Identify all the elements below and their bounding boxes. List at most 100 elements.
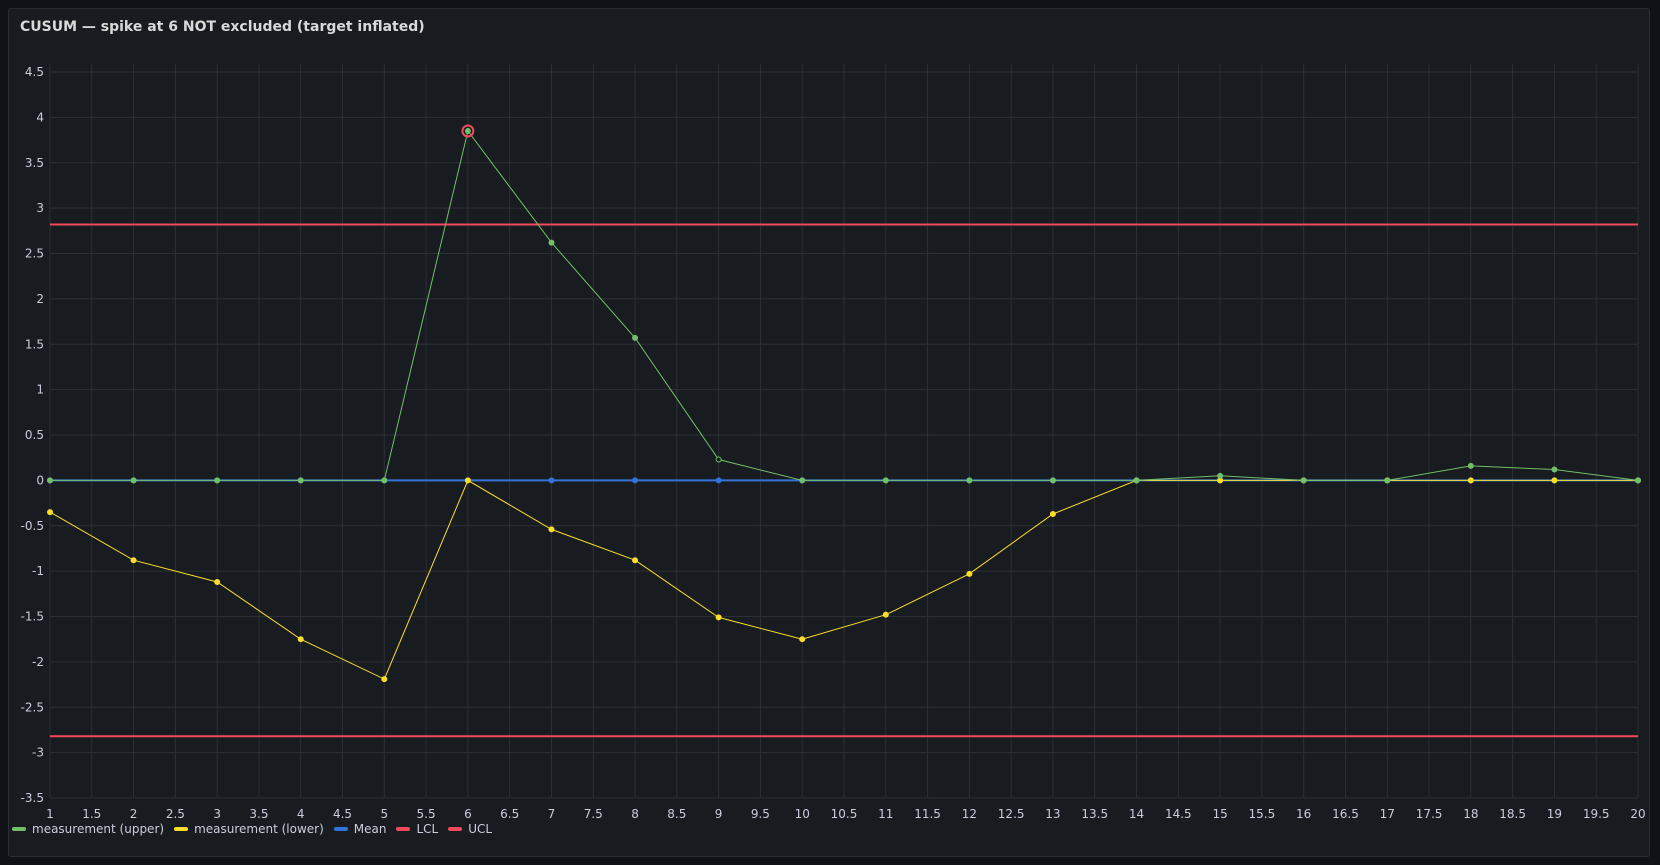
data-point-measurement-upper	[1217, 472, 1224, 479]
x-tick-label: 9.5	[751, 807, 770, 821]
x-tick-label: 13.5	[1081, 807, 1108, 821]
x-tick-label: 4	[297, 807, 305, 821]
x-tick-label: 2	[130, 807, 138, 821]
x-tick-label: 6	[464, 807, 472, 821]
x-tick-label: 1	[46, 807, 54, 821]
x-tick-label: 18	[1463, 807, 1478, 821]
x-tick-label: 2.5	[166, 807, 185, 821]
y-tick-label: 2.5	[25, 247, 44, 261]
x-tick-label: 8.5	[667, 807, 686, 821]
data-point-mean	[715, 477, 722, 484]
y-tick-label: 1.5	[25, 337, 44, 351]
data-point-measurement-lower	[966, 570, 973, 577]
x-tick-label: 17.5	[1416, 807, 1443, 821]
cusum-chart: 1 1.5 2 2.5 3 3.5 4 4.5 5 5.5 6 6.5 7 7.5 8 8.5 9 9.5 10 10…	[21, 64, 1646, 821]
y-tick-label: -3	[32, 746, 44, 760]
legend-item-ucl[interactable]: UCL	[448, 822, 492, 836]
y-tick-label: 4	[36, 110, 44, 124]
x-tick-label: 10	[795, 807, 810, 821]
legend-label-ucl: UCL	[468, 822, 493, 836]
data-point-measurement-upper	[882, 477, 889, 484]
data-point-mean	[632, 477, 639, 484]
x-tick-label: 7.5	[584, 807, 603, 821]
y-tick-label: 3.5	[25, 156, 44, 170]
x-tick-label: 13	[1045, 807, 1060, 821]
y-tick-label: -1	[32, 564, 44, 578]
data-point-measurement-upper	[966, 477, 973, 484]
x-tick-label: 3.5	[249, 807, 268, 821]
data-point-measurement-upper	[130, 477, 137, 484]
data-point-measurement-lower	[381, 676, 388, 683]
legend-swatch-ucl	[448, 827, 463, 831]
data-point-measurement-upper	[464, 127, 471, 134]
x-tick-label: 3	[213, 807, 221, 821]
x-tick-label: 15	[1212, 807, 1227, 821]
x-tick-label: 19	[1547, 807, 1562, 821]
y-tick-label: 2	[36, 292, 44, 306]
y-tick-label: -3.5	[21, 791, 44, 805]
y-tick-label: 4.5	[25, 65, 44, 79]
legend-item-upper[interactable]: measurement (upper)	[12, 822, 164, 836]
y-tick-label: 0.5	[25, 428, 44, 442]
legend-item-lcl[interactable]: LCL	[396, 822, 438, 836]
data-point-measurement-lower	[1049, 510, 1056, 517]
y-tick-label: 3	[36, 201, 44, 215]
legend-swatch-lower	[174, 827, 189, 831]
data-point-measurement-upper	[1635, 477, 1641, 484]
data-point-measurement-lower	[1467, 477, 1474, 484]
x-tick-label: 11	[878, 807, 893, 821]
data-point-measurement-lower	[214, 579, 221, 586]
data-point-measurement-upper	[1467, 462, 1474, 469]
x-tick-label: 19.5	[1583, 807, 1610, 821]
data-point-measurement-lower	[882, 611, 889, 618]
legend-label-upper: measurement (upper)	[32, 822, 165, 836]
legend-label-lower: measurement (lower)	[194, 822, 324, 836]
legend-item-lower[interactable]: measurement (lower)	[174, 822, 324, 836]
data-point-measurement-upper	[381, 477, 388, 484]
legend-item-mean[interactable]: Mean	[333, 822, 387, 836]
data-point-measurement-lower	[297, 636, 304, 643]
x-tick-label: 9	[715, 807, 723, 821]
y-tick-label: 1	[36, 383, 44, 397]
y-tick-label: -0.5	[21, 519, 44, 533]
data-point-measurement-lower	[799, 636, 806, 643]
x-tick-label: 5	[380, 807, 388, 821]
y-tick-label: 0	[36, 473, 44, 487]
data-point-measurement-lower	[130, 557, 137, 564]
x-tick-label: 12.5	[998, 807, 1025, 821]
x-tick-label: 16.5	[1332, 807, 1359, 821]
y-tick-label: -2.5	[21, 700, 44, 714]
data-point-measurement-lower	[548, 526, 555, 533]
x-tick-label: 11.5	[914, 807, 941, 821]
data-point-measurement-upper	[715, 456, 722, 463]
data-point-measurement-lower	[47, 509, 53, 516]
legend-swatch-upper	[12, 827, 26, 831]
data-point-measurement-lower	[715, 614, 722, 621]
x-tick-label: 1.5	[82, 807, 101, 821]
data-point-measurement-upper	[799, 477, 806, 484]
data-point-measurement-upper	[297, 477, 304, 484]
y-tick-label: -1.5	[21, 610, 44, 624]
data-point-measurement-upper	[1384, 477, 1391, 484]
data-point-measurement-upper	[1551, 466, 1558, 473]
legend: measurement (upper) measurement (lower) …	[12, 822, 502, 836]
x-tick-label: 15.5	[1249, 807, 1276, 821]
data-point-measurement-lower	[632, 557, 639, 564]
x-tick-label: 8	[631, 807, 639, 821]
y-tick-label: -2	[32, 655, 44, 669]
x-tick-label: 4.5	[333, 807, 352, 821]
data-point-measurement-upper	[1133, 477, 1140, 484]
data-point-measurement-upper	[214, 477, 221, 484]
legend-label-mean: Mean	[353, 822, 387, 836]
data-point-measurement-upper	[47, 477, 53, 484]
x-tick-label: 17	[1380, 807, 1395, 821]
x-tick-label: 14.5	[1165, 807, 1192, 821]
x-tick-label: 18.5	[1499, 807, 1526, 821]
data-point-measurement-upper	[1049, 477, 1056, 484]
legend-label-lcl: LCL	[416, 822, 439, 836]
data-point-measurement-upper	[1300, 477, 1307, 484]
data-point-measurement-lower	[464, 477, 471, 484]
x-tick-label: 20	[1630, 807, 1645, 821]
x-tick-label: 7	[548, 807, 556, 821]
x-tick-label: 14	[1129, 807, 1144, 821]
